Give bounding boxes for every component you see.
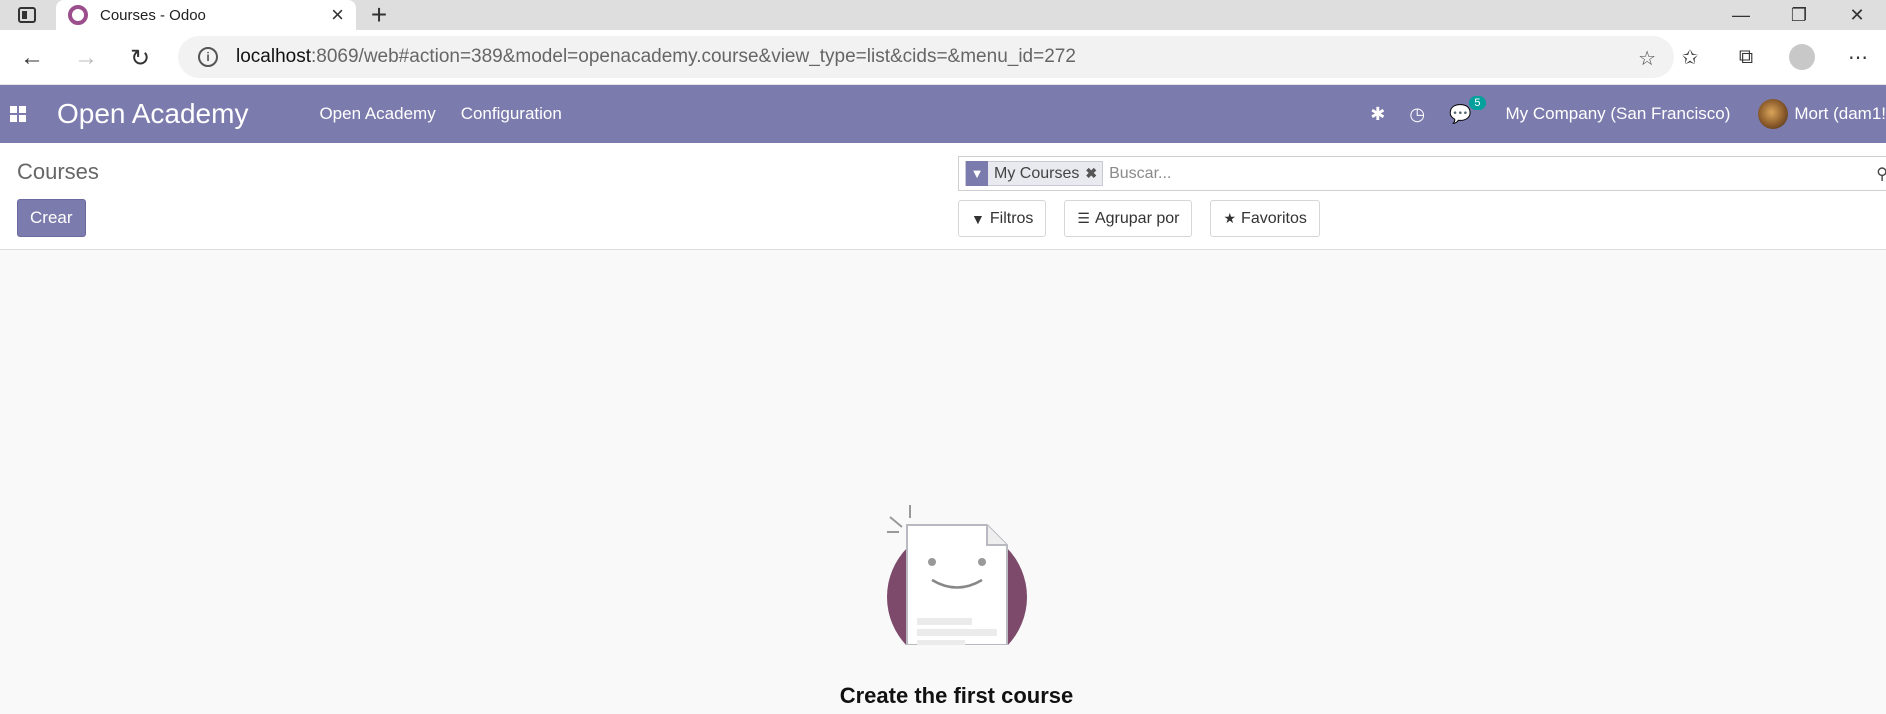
back-icon[interactable]: ←	[16, 42, 48, 74]
facet-label: My Courses	[994, 164, 1080, 182]
site-info-icon[interactable]: i	[198, 47, 218, 67]
systray: ✱ ◷ 💬 5 My Company (San Francisco) Mort (…	[1370, 85, 1886, 143]
menu-open-academy[interactable]: Open Academy	[319, 104, 435, 124]
app-brand[interactable]: Open Academy	[57, 98, 248, 130]
odoo-favicon-icon	[68, 5, 88, 25]
menu-configuration[interactable]: Configuration	[461, 104, 562, 124]
create-button[interactable]: Crear	[17, 199, 86, 237]
browser-tab-bar: Courses - Odoo × + — ❐ ✕	[0, 0, 1886, 30]
search-input[interactable]	[1109, 164, 1810, 183]
url-host: localhost	[236, 46, 311, 67]
forward-icon[interactable]: →	[70, 42, 102, 74]
messaging-icon[interactable]: 💬 5	[1449, 95, 1486, 125]
filters-label: Filtros	[989, 209, 1034, 227]
window-controls: — ❐ ✕	[1712, 0, 1886, 30]
favorites-label: Favoritos	[1241, 209, 1307, 227]
user-avatar[interactable]	[1758, 99, 1789, 129]
funnel-icon: ▼	[971, 210, 985, 227]
add-favorite-icon[interactable]: ☆	[1638, 46, 1656, 71]
new-tab-icon[interactable]: +	[364, 0, 394, 30]
control-panel: Courses Crear ▼ My Courses ✖ ⚲ ▼ Filtros…	[0, 143, 1886, 250]
profile-avatar[interactable]	[1789, 44, 1815, 70]
favorites-button[interactable]: ★ Favoritos	[1210, 200, 1320, 237]
search-view: ▼ My Courses ✖ ⚲	[958, 156, 1886, 191]
collections-icon[interactable]: ⧉	[1718, 38, 1774, 76]
debug-bug-icon[interactable]: ✱	[1370, 104, 1385, 125]
reload-icon[interactable]: ↻	[124, 42, 156, 74]
browser-toolbar-icons: ✩ ⧉ ⋯	[1662, 38, 1886, 76]
browser-toolbar: ← → ↻ i localhost:8069/web#action=389&mo…	[0, 30, 1886, 85]
list-bars-icon: ☰	[1077, 210, 1090, 226]
messages-badge: 5	[1469, 95, 1486, 110]
search-icon[interactable]: ⚲	[1876, 164, 1886, 184]
activity-clock-icon[interactable]: ◷	[1409, 104, 1425, 125]
restore-icon[interactable]: ❐	[1770, 0, 1828, 30]
filter-icon: ▼	[966, 161, 988, 186]
address-bar[interactable]: i localhost:8069/web#action=389&model=op…	[178, 36, 1674, 78]
user-menu[interactable]: Mort (dam1!	[1794, 104, 1886, 124]
tab-actions-icon[interactable]	[0, 0, 54, 30]
search-options: ▼ Filtros ☰ Agrupar por ★ Favoritos	[958, 200, 1338, 237]
group-by-button[interactable]: ☰ Agrupar por	[1064, 200, 1193, 237]
more-icon[interactable]: ⋯	[1830, 38, 1886, 76]
url-path: :8069/web#action=389&model=openacademy.c…	[311, 46, 1076, 67]
search-facet: ▼ My Courses ✖	[965, 161, 1104, 186]
close-window-icon[interactable]: ✕	[1828, 0, 1886, 30]
empty-document-illustration	[887, 505, 1027, 645]
star-icon: ★	[1223, 210, 1237, 226]
empty-state-title: Create the first course	[839, 683, 1074, 708]
facet-remove-icon[interactable]: ✖	[1085, 165, 1102, 182]
group-by-label: Agrupar por	[1094, 209, 1180, 227]
tab-title: Courses - Odoo	[100, 6, 206, 24]
odoo-navbar: Open Academy Open Academy Configuration …	[0, 85, 1886, 143]
filters-button[interactable]: ▼ Filtros	[958, 200, 1047, 237]
company-switcher[interactable]: My Company (San Francisco)	[1506, 104, 1731, 124]
favorites-icon[interactable]: ✩	[1662, 38, 1718, 76]
apps-menu-icon[interactable]	[10, 106, 26, 122]
browser-tab[interactable]: Courses - Odoo ×	[56, 0, 356, 30]
tab-close-icon[interactable]: ×	[331, 4, 344, 26]
minimize-icon[interactable]: —	[1712, 0, 1770, 30]
breadcrumb: Courses	[17, 159, 99, 184]
